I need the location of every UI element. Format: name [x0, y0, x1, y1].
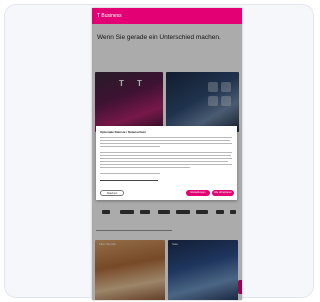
accept-all-button[interactable]: Alle akzeptieren	[212, 190, 234, 196]
phone-screen: T Business Wenn Sie gerade ein Unterschi…	[92, 8, 242, 300]
dialog-link-line[interactable]	[100, 180, 158, 181]
reject-button[interactable]: Ablehnen	[100, 190, 124, 196]
settings-button[interactable]: Einstellungen	[186, 190, 210, 196]
dialog-text-line	[100, 152, 232, 153]
dialog-text-line	[100, 146, 160, 147]
dialog-text-line	[100, 137, 232, 138]
consent-dialog: Optionale Dienste / Datenschutz Ablehnen…	[96, 126, 237, 200]
app-title: T Business	[97, 13, 122, 19]
dialog-title: Optionale Dienste / Datenschutz	[100, 130, 146, 134]
dialog-text-line	[100, 140, 230, 141]
app-bar: T Business	[92, 8, 242, 24]
dialog-text-line	[100, 155, 231, 156]
dialog-text-line	[100, 143, 232, 144]
dialog-text-line	[100, 173, 160, 174]
dialog-text-line	[100, 158, 232, 159]
dialog-text-line	[100, 164, 232, 165]
dialog-text-line	[100, 161, 228, 162]
dialog-text-line	[100, 167, 190, 168]
